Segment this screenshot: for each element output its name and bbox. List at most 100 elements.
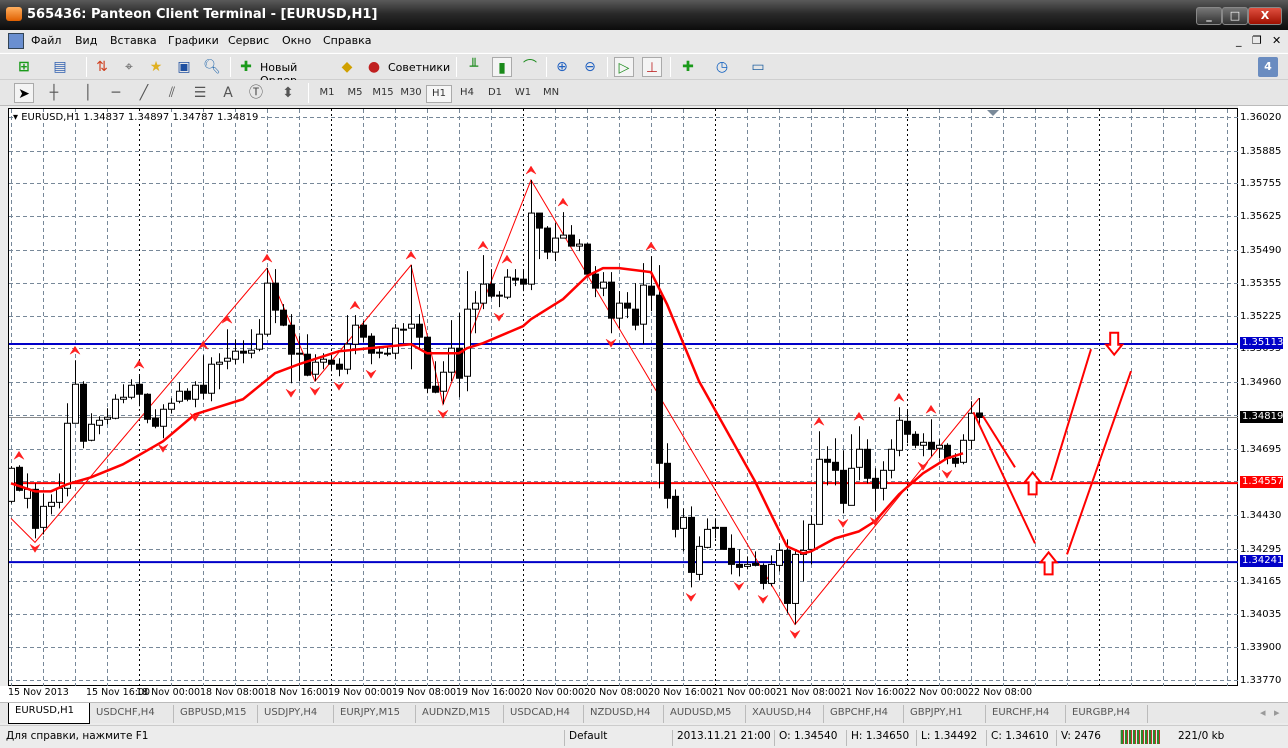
indicators-icon[interactable]: ✚: [678, 57, 698, 77]
bullish-candle: [216, 361, 223, 365]
equidistant-channel-icon[interactable]: ⫽: [162, 83, 182, 103]
zoom-out-icon[interactable]: ⊖: [580, 57, 600, 77]
timeframe-m15[interactable]: M15: [370, 85, 396, 103]
timeframe-w1[interactable]: W1: [510, 85, 536, 103]
level-price-label: 1.34557: [1240, 476, 1284, 489]
timeframe-d1[interactable]: D1: [482, 85, 508, 103]
cursor-arrow-icon[interactable]: ➤: [14, 83, 34, 103]
time-tick-label: 19 Nov 00:00: [328, 687, 393, 698]
line-chart-icon[interactable]: ⌒: [520, 57, 540, 77]
chart-tab[interactable]: XAUUSD,H4: [746, 705, 824, 723]
chart-tab[interactable]: EURGBP,H4: [1066, 705, 1148, 723]
bullish-candle: [56, 487, 63, 503]
time-tick-label: 18 Nov 08:00: [200, 687, 265, 698]
timeframe-h1[interactable]: H1: [426, 85, 452, 103]
vertical-line-icon[interactable]: │: [78, 83, 98, 103]
market-watch-icon[interactable]: ⇅: [92, 57, 112, 77]
candlestick-chart-icon[interactable]: ▮: [492, 57, 512, 77]
notifications-badge[interactable]: 4: [1258, 57, 1278, 77]
bullish-candle: [464, 308, 471, 377]
fractal-up-arrow: [893, 392, 905, 402]
text-label-icon[interactable]: Ⓣ: [246, 83, 266, 103]
menu-tools[interactable]: Сервис: [228, 34, 269, 47]
profiles-icon[interactable]: ▤: [50, 57, 70, 77]
menu-bar: Файл Вид Вставка Графики Сервис Окно Спр…: [0, 30, 1288, 52]
time-tick-label: 22 Nov 08:00: [968, 687, 1033, 698]
bullish-candle: [248, 349, 255, 354]
horizontal-line-icon[interactable]: ─: [106, 83, 126, 103]
toolbar-separator: [456, 57, 457, 77]
expert-advisors-button[interactable]: ● Советники: [364, 56, 450, 78]
minimize-button[interactable]: _: [1196, 7, 1222, 25]
crosshair-data-window-icon[interactable]: ⌖: [119, 57, 139, 77]
chart-tab[interactable]: GBPCHF,H4: [824, 705, 904, 723]
close-button[interactable]: X: [1248, 7, 1282, 25]
fibonacci-icon[interactable]: ☰: [190, 83, 210, 103]
bar-chart-icon[interactable]: ╨: [464, 57, 484, 77]
warning-icon[interactable]: ◆: [337, 57, 357, 77]
chart-tab[interactable]: NZDUSD,H4: [584, 705, 664, 723]
chart-tab[interactable]: USDCHF,H4: [90, 705, 174, 723]
status-close: C: 1.34610: [986, 730, 1049, 746]
bearish-candle: [384, 352, 391, 355]
arrows-dropdown-icon[interactable]: ⬍: [278, 83, 298, 103]
bullish-candle: [792, 553, 799, 604]
new-chart-icon[interactable]: ⊞: [14, 57, 34, 77]
timeframe-h4[interactable]: H4: [454, 85, 480, 103]
chart-tab[interactable]: GBPUSD,M15: [174, 705, 258, 723]
bearish-candle: [544, 227, 551, 253]
mdi-minimize-button[interactable]: _: [1236, 34, 1242, 47]
menu-help[interactable]: Справка: [323, 34, 371, 47]
fractal-up-arrow: [853, 411, 865, 421]
menu-insert[interactable]: Вставка: [110, 34, 157, 47]
menu-view[interactable]: Вид: [75, 34, 97, 47]
bearish-candle: [288, 324, 295, 355]
chart-tab[interactable]: USDJPY,H4: [258, 705, 334, 723]
bullish-candle: [320, 358, 327, 363]
zoom-in-icon[interactable]: ⊕: [552, 57, 572, 77]
tabs-scroll-left-icon[interactable]: ◂: [1260, 706, 1266, 719]
price-axis[interactable]: 1.36020 1.35885 1.35755 1.35625 1.35490 1.353…: [1238, 106, 1288, 702]
chart-tab[interactable]: USDCAD,H4: [504, 705, 584, 723]
time-axis[interactable]: 15 Nov 2013 15 Nov 16:00 18 Nov 00:00 18 No…: [0, 686, 1238, 702]
timeframe-m30[interactable]: M30: [398, 85, 424, 103]
timeframe-m1[interactable]: M1: [314, 85, 340, 103]
navigator-icon[interactable]: ★: [146, 57, 166, 77]
crosshair-icon[interactable]: ┼: [44, 83, 64, 103]
new-order-button[interactable]: ✚ Новый Ордер: [236, 56, 332, 87]
strategy-tester-icon[interactable]: 🔍︎: [202, 57, 222, 77]
trendline-icon[interactable]: ╱: [134, 83, 154, 103]
bullish-candle: [408, 323, 415, 329]
text-icon[interactable]: A: [218, 83, 238, 103]
maximize-button[interactable]: □: [1222, 7, 1248, 25]
chart-tab[interactable]: AUDUSD,M5: [664, 705, 746, 723]
periods-clock-icon[interactable]: ◷: [712, 57, 732, 77]
chart-area[interactable]: ▾ EURUSD,H1 1.34837 1.34897 1.34787 1.34…: [8, 108, 1239, 687]
terminal-icon[interactable]: ▣: [174, 57, 194, 77]
bearish-candle: [136, 383, 143, 395]
bearish-candle: [624, 302, 631, 309]
mdi-close-button[interactable]: ✕: [1272, 34, 1281, 47]
tabs-scroll-right-icon[interactable]: ▸: [1274, 706, 1280, 719]
timeframe-mn[interactable]: MN: [538, 85, 564, 103]
bullish-candle: [264, 282, 271, 335]
price-tick-label: 1.35490: [1240, 244, 1282, 256]
menu-charts[interactable]: Графики: [168, 34, 219, 47]
menu-file[interactable]: Файл: [31, 34, 61, 47]
timeframe-m5[interactable]: M5: [342, 85, 368, 103]
status-datetime: 2013.11.21 21:00: [672, 730, 771, 746]
chart-shift-marker-icon: [987, 110, 999, 116]
chart-tab[interactable]: GBPJPY,H1: [904, 705, 986, 723]
mdi-restore-button[interactable]: ❐: [1252, 34, 1262, 47]
chart-shift-icon[interactable]: ⊥: [642, 57, 662, 77]
bearish-candle: [648, 285, 655, 296]
templates-icon[interactable]: ▭: [748, 57, 768, 77]
price-tick-label: 1.35355: [1240, 277, 1282, 289]
menu-window[interactable]: Окно: [282, 34, 311, 47]
chart-tab[interactable]: EURCHF,H4: [986, 705, 1066, 723]
bullish-candle: [504, 276, 511, 298]
auto-scroll-icon[interactable]: ▷: [614, 57, 634, 77]
chart-tab[interactable]: EURUSD,H1: [8, 703, 90, 724]
chart-tab[interactable]: AUDNZD,M15: [416, 705, 504, 723]
chart-tab[interactable]: EURJPY,M15: [334, 705, 416, 723]
